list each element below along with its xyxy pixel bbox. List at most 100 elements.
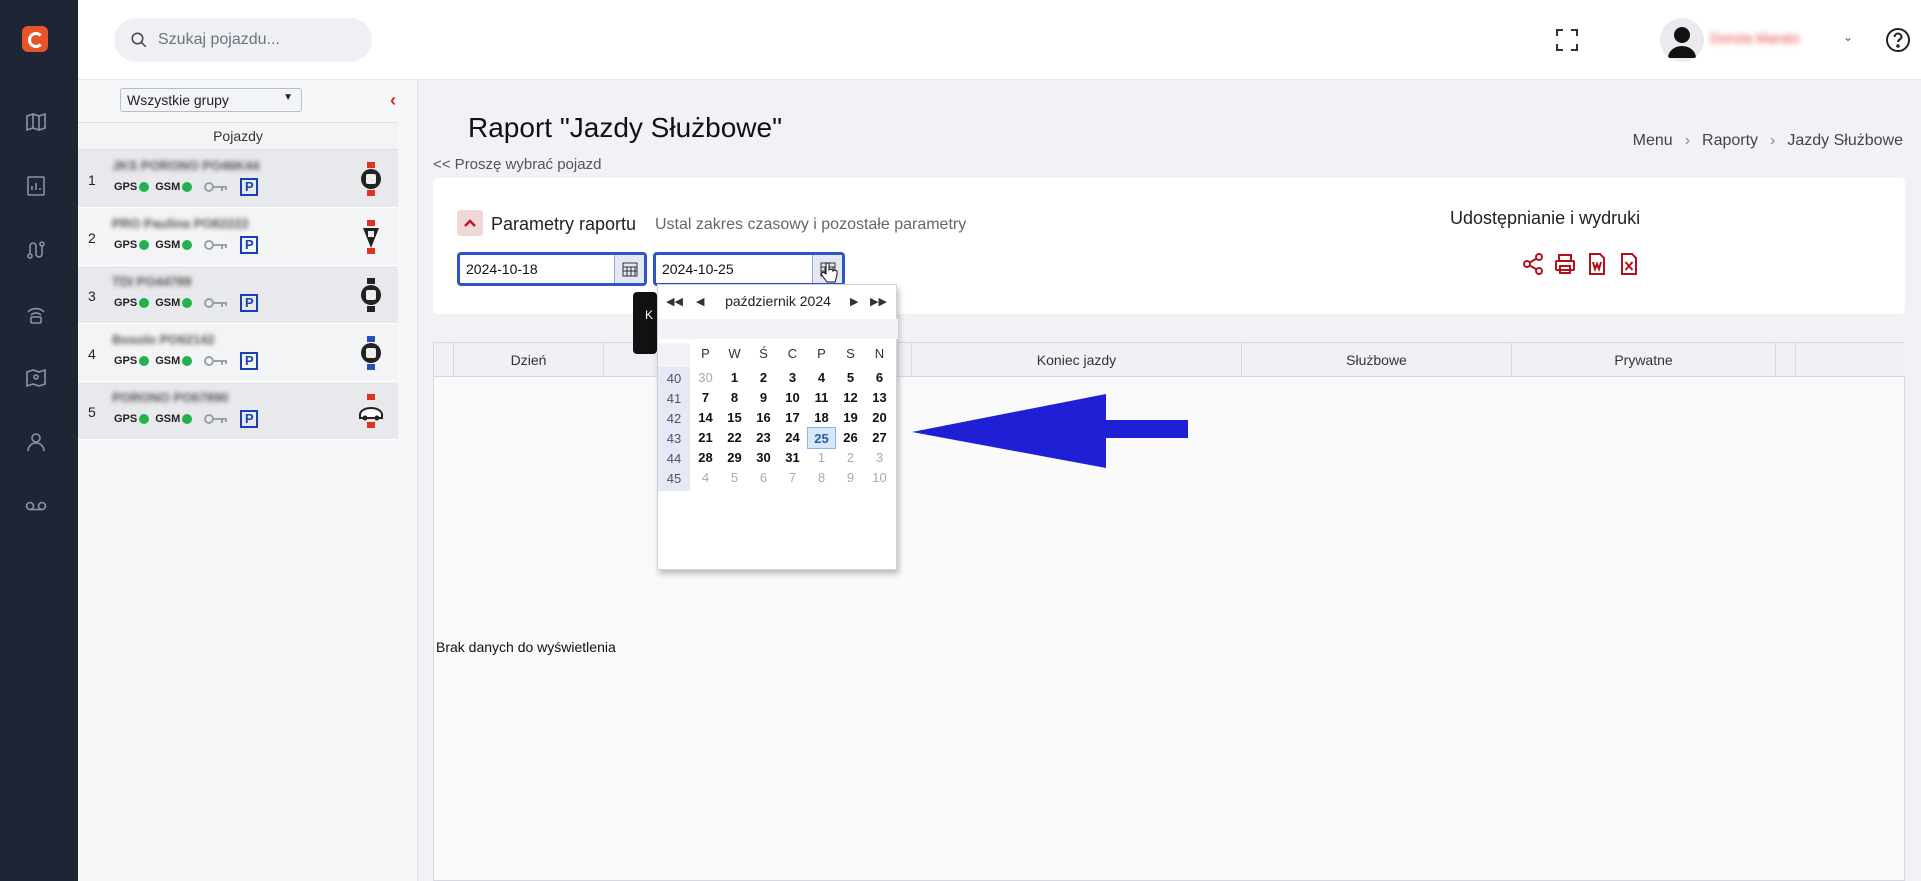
search-input[interactable] (158, 18, 358, 62)
date-from-calendar-button[interactable] (614, 255, 644, 283)
calendar-day[interactable]: 5 (836, 367, 865, 389)
excel-export-icon[interactable] (1617, 252, 1641, 276)
share-icon[interactable] (1521, 252, 1545, 276)
gsm-label: GSM (155, 413, 181, 425)
search-box[interactable] (114, 18, 372, 62)
gsm-label: GSM (155, 181, 181, 193)
voicemail-icon[interactable] (24, 494, 48, 518)
calendar-day[interactable]: 8 (807, 467, 836, 489)
calendar-day[interactable]: 27 (865, 427, 894, 449)
chevron-down-icon[interactable]: ⌄ (1843, 30, 1853, 44)
breadcrumb-menu[interactable]: Menu (1633, 132, 1673, 149)
calendar-day[interactable]: 7 (778, 467, 807, 489)
calendar-day[interactable]: 24 (778, 427, 807, 449)
calendar-day[interactable]: 3 (865, 447, 894, 469)
vehicle-status: GPS GSM P (114, 178, 259, 196)
user-name[interactable]: Dorota Marato (1710, 30, 1799, 46)
calendar-day[interactable]: 2 (836, 447, 865, 469)
calendar-day[interactable]: 21 (691, 427, 720, 449)
calendar-day[interactable]: 7 (691, 387, 720, 409)
parking-icon: P (240, 294, 259, 312)
calendar-day[interactable]: 13 (865, 387, 894, 409)
calendar-day[interactable]: 8 (720, 387, 749, 409)
date-from-input[interactable] (466, 259, 606, 279)
vehicle-row[interactable]: 4 Bosolo PO62142 GPS GSM P (78, 324, 398, 382)
calendar-day[interactable]: 5 (720, 467, 749, 489)
table-column-day[interactable]: Dzień (454, 343, 604, 377)
date-to-field[interactable] (653, 252, 845, 286)
route-icon[interactable] (24, 238, 48, 262)
calendar-day-selected[interactable]: 25 (807, 427, 836, 449)
dropdown-caret-icon: ▼ (283, 92, 293, 103)
app-logo-icon[interactable] (22, 26, 48, 52)
car-icon (361, 162, 381, 196)
report-icon[interactable] (24, 174, 48, 198)
calendar-day[interactable]: 31 (778, 447, 807, 469)
search-icon (131, 32, 147, 48)
vehicle-status: GPS GSM P (114, 352, 259, 370)
calendar-day[interactable]: 4 (691, 467, 720, 489)
vehicle-name: Bosolo PO62142 (112, 332, 215, 347)
vehicle-number: 3 (88, 288, 96, 304)
calendar-day[interactable]: 26 (836, 427, 865, 449)
print-icon[interactable] (1553, 252, 1577, 276)
calendar-day[interactable]: 19 (836, 407, 865, 429)
calendar-day[interactable]: 4 (807, 367, 836, 389)
breadcrumb-reports[interactable]: Raporty (1702, 132, 1758, 149)
fullscreen-icon[interactable] (1553, 26, 1581, 54)
calendar-day[interactable]: 20 (865, 407, 894, 429)
calendar-day[interactable]: 17 (778, 407, 807, 429)
calendar-day[interactable]: 29 (720, 447, 749, 469)
vehicle-row[interactable]: 1 JKS PORONO PO46K44 GPS GSM P (78, 150, 398, 208)
user-icon[interactable] (24, 430, 48, 454)
calendar-day[interactable]: 14 (691, 407, 720, 429)
back-link[interactable]: << Proszę wybrać pojazd (433, 156, 601, 173)
vehicle-row[interactable]: 3 TDI PO44789 GPS GSM P (78, 266, 398, 324)
word-export-icon[interactable] (1585, 252, 1609, 276)
date-from-field[interactable] (457, 252, 647, 286)
calendar-day[interactable]: 1 (720, 367, 749, 389)
calendar-day[interactable]: 6 (865, 367, 894, 389)
calendar-day[interactable]: 11 (807, 387, 836, 409)
calendar-day[interactable]: 10 (865, 467, 894, 489)
calendar-day[interactable]: 30 (691, 367, 720, 389)
calendar-icon (622, 262, 638, 277)
calendar-day[interactable]: 16 (749, 407, 778, 429)
group-select[interactable]: Wszystkie grupy ▼ (120, 88, 302, 112)
calendar-day[interactable]: 30 (749, 447, 778, 469)
collapse-panel-icon[interactable]: ‹ (390, 90, 396, 111)
gps-label: GPS (114, 297, 138, 309)
main-content: Raport "Jazdy Służbowe" << Proszę wybrać… (418, 80, 1921, 881)
calendar-day[interactable]: 12 (836, 387, 865, 409)
calendar-day[interactable]: 10 (778, 387, 807, 409)
calendar-day[interactable]: 6 (749, 467, 778, 489)
table-column-private[interactable]: Prywatne (1512, 343, 1776, 377)
signal-icon[interactable] (24, 302, 48, 326)
calendar-day[interactable]: 18 (807, 407, 836, 429)
vehicle-row[interactable]: 2 PRO Paulina PO82222 GPS GSM P (78, 208, 398, 266)
map-icon[interactable] (24, 110, 48, 134)
vehicle-row[interactable]: 5 PORONO PO67890 GPS GSM P (78, 382, 398, 440)
avatar[interactable] (1660, 18, 1704, 62)
zone-map-icon[interactable] (24, 366, 48, 390)
calendar-day[interactable]: 15 (720, 407, 749, 429)
help-icon[interactable] (1884, 26, 1912, 54)
gsm-label: GSM (155, 239, 181, 251)
calendar-day[interactable]: 3 (778, 367, 807, 389)
gps-label: GPS (114, 181, 138, 193)
calendar-day[interactable]: 1 (807, 447, 836, 469)
next-year-icon[interactable]: ▶▶ (870, 295, 887, 308)
calendar-day[interactable]: 23 (749, 427, 778, 449)
calendar-day[interactable]: 9 (749, 387, 778, 409)
table-column-end[interactable]: Koniec jazdy (912, 343, 1242, 377)
chevron-up-icon (464, 219, 476, 227)
collapse-params-button[interactable] (457, 210, 483, 236)
table-column-business[interactable]: Służbowe (1242, 343, 1512, 377)
next-month-icon[interactable]: ▶ (850, 295, 858, 308)
key-icon (204, 240, 228, 250)
calendar-day[interactable]: 22 (720, 427, 749, 449)
calendar-day[interactable]: 9 (836, 467, 865, 489)
calendar-day[interactable]: 28 (691, 447, 720, 469)
calendar-day[interactable]: 2 (749, 367, 778, 389)
date-to-input[interactable] (662, 259, 802, 279)
